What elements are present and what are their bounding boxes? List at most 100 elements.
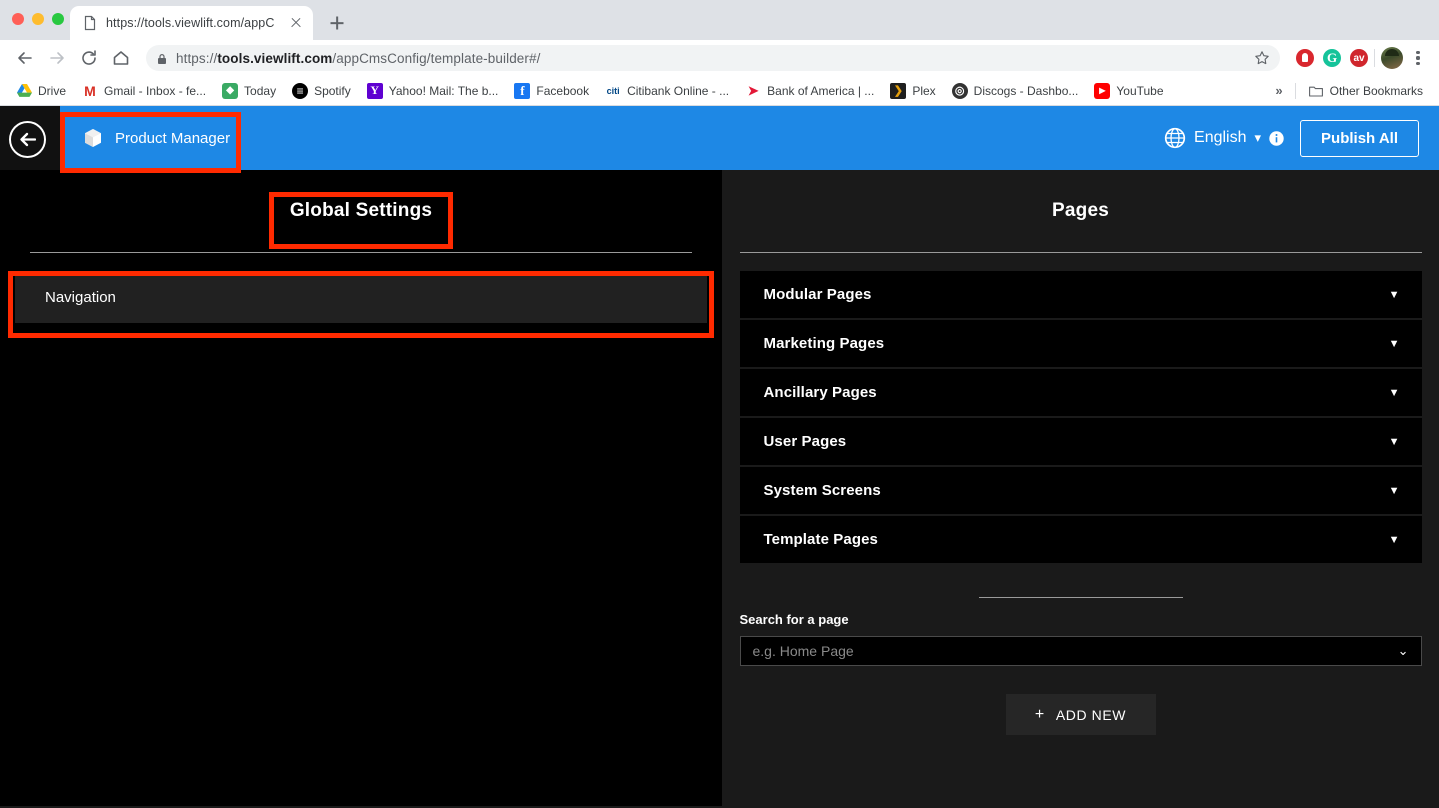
bookmark-gmail[interactable]: M Gmail - Inbox - fe... bbox=[74, 80, 214, 102]
arrow-right-icon[interactable] bbox=[42, 43, 72, 73]
discogs-icon: ◎ bbox=[951, 82, 968, 99]
sidebar-item-label: Navigation bbox=[45, 289, 116, 306]
close-icon[interactable] bbox=[287, 14, 305, 32]
bookmark-discogs[interactable]: ◎ Discogs - Dashbo... bbox=[944, 80, 1087, 102]
lock-icon bbox=[156, 52, 168, 64]
bookmark-label: Bank of America | ... bbox=[767, 83, 875, 98]
chevron-down-icon[interactable]: ▼ bbox=[1389, 485, 1400, 497]
page-title: Pages bbox=[1052, 200, 1109, 221]
address-bar[interactable]: https://tools.viewlift.com/appCmsConfig/… bbox=[146, 45, 1280, 71]
tab-title: https://tools.viewlift.com/appC bbox=[106, 16, 275, 30]
facebook-icon: f bbox=[514, 82, 531, 99]
bookmark-label: Today bbox=[244, 83, 277, 98]
search-placeholder: e.g. Home Page bbox=[752, 643, 854, 659]
plex-icon: ❯ bbox=[890, 82, 907, 99]
accordion-label: Template Pages bbox=[763, 531, 879, 548]
extension-icons: G av bbox=[1296, 49, 1368, 67]
accordion-label: User Pages bbox=[763, 433, 847, 450]
chevron-down-icon[interactable]: ▼ bbox=[1389, 338, 1400, 350]
product-manager-tab[interactable]: Product Manager bbox=[64, 106, 236, 170]
adblock-icon[interactable] bbox=[1296, 49, 1314, 67]
browser-tab[interactable]: https://tools.viewlift.com/appC bbox=[70, 6, 313, 40]
header-actions: English ▾ Publish All bbox=[1164, 106, 1419, 170]
pages-accordion: Modular Pages ▼ Marketing Pages ▼ Ancill… bbox=[739, 271, 1422, 563]
chevron-double-right-icon[interactable]: » bbox=[1267, 83, 1290, 98]
chevron-down-icon[interactable]: ▼ bbox=[1389, 534, 1400, 546]
page-icon bbox=[82, 15, 98, 31]
feedly-icon: ◆ bbox=[222, 82, 239, 99]
close-window-button[interactable] bbox=[12, 13, 24, 25]
bookmark-spotify[interactable]: ≡ Spotify bbox=[284, 80, 359, 102]
bookmark-yahoo[interactable]: Y Yahoo! Mail: The b... bbox=[359, 80, 507, 102]
spotify-icon: ≡ bbox=[292, 82, 309, 99]
accordion-modular-pages[interactable]: Modular Pages ▼ bbox=[739, 271, 1422, 318]
sidebar-item-navigation[interactable]: Navigation bbox=[15, 272, 707, 323]
accordion-ancillary-pages[interactable]: Ancillary Pages ▼ bbox=[739, 369, 1422, 416]
add-new-button[interactable]: + ADD NEW bbox=[1005, 694, 1156, 735]
avast-icon[interactable]: av bbox=[1350, 49, 1368, 67]
new-tab-button[interactable] bbox=[323, 9, 351, 37]
gmail-icon: M bbox=[84, 82, 96, 99]
browser-chrome: https://tools.viewlift.com/appC https://… bbox=[0, 0, 1439, 106]
reload-icon[interactable] bbox=[74, 43, 104, 73]
accordion-template-pages[interactable]: Template Pages ▼ bbox=[739, 516, 1422, 563]
bookmark-label: Gmail - Inbox - fe... bbox=[104, 83, 207, 98]
grammarly-icon[interactable]: G bbox=[1323, 49, 1341, 67]
bookmark-today[interactable]: ◆ Today bbox=[214, 80, 284, 102]
bookmarks-divider bbox=[1294, 82, 1296, 99]
bookmark-drive[interactable]: Drive bbox=[8, 80, 74, 102]
home-icon[interactable] bbox=[106, 43, 136, 73]
global-settings-panel: Global Settings Navigation bbox=[0, 170, 722, 806]
bookmark-label: Plex bbox=[912, 83, 936, 98]
avatar[interactable] bbox=[1381, 47, 1403, 69]
search-input[interactable]: e.g. Home Page ⌄ bbox=[739, 636, 1422, 666]
add-new-label: ADD NEW bbox=[1055, 706, 1127, 723]
accordion-marketing-pages[interactable]: Marketing Pages ▼ bbox=[739, 320, 1422, 367]
kebab-menu-icon[interactable] bbox=[1407, 47, 1429, 69]
accordion-label: Modular Pages bbox=[763, 286, 872, 303]
boa-icon: ➤ bbox=[747, 82, 759, 98]
bookmark-label: Discogs - Dashbo... bbox=[973, 83, 1079, 98]
bookmark-bank-of-america[interactable]: ➤ Bank of America | ... bbox=[737, 80, 882, 102]
bookmark-youtube[interactable]: ▶ YouTube bbox=[1086, 80, 1171, 102]
chevron-down-icon[interactable]: ▼ bbox=[1389, 289, 1400, 301]
accordion-label: System Screens bbox=[763, 482, 881, 499]
divider bbox=[739, 252, 1422, 253]
accordion-user-pages[interactable]: User Pages ▼ bbox=[739, 418, 1422, 465]
bookmark-facebook[interactable]: f Facebook bbox=[506, 80, 597, 102]
bookmark-label: Citibank Online - ... bbox=[627, 83, 730, 98]
chevron-down-icon[interactable]: ▾ bbox=[1255, 130, 1262, 146]
accordion-system-screens[interactable]: System Screens ▼ bbox=[739, 467, 1422, 514]
divider bbox=[978, 597, 1183, 598]
search-for-a-page-block: Search for a page e.g. Home Page ⌄ bbox=[739, 612, 1422, 666]
plus-icon: + bbox=[1034, 705, 1045, 723]
arrow-left-circle-icon[interactable] bbox=[9, 121, 46, 158]
chevron-down-icon[interactable]: ▼ bbox=[1389, 436, 1400, 448]
minimize-window-button[interactable] bbox=[32, 13, 44, 25]
publish-all-button[interactable]: Publish All bbox=[1300, 119, 1419, 157]
maximize-window-button[interactable] bbox=[52, 13, 64, 25]
bookmark-citibank[interactable]: citi Citibank Online - ... bbox=[597, 80, 737, 102]
url-text: https://tools.viewlift.com/appCmsConfig/… bbox=[176, 51, 540, 66]
window-controls[interactable] bbox=[12, 13, 64, 25]
info-icon[interactable] bbox=[1269, 130, 1284, 146]
tab-strip: https://tools.viewlift.com/appC bbox=[0, 0, 1439, 40]
divider bbox=[30, 252, 692, 253]
search-label: Search for a page bbox=[739, 612, 849, 627]
page-title: Global Settings bbox=[289, 200, 433, 221]
bookmark-label: YouTube bbox=[1116, 83, 1164, 98]
bookmark-plex[interactable]: ❯ Plex bbox=[882, 80, 943, 102]
toolbar-divider bbox=[1374, 49, 1375, 67]
bookmarks-overflow: » Other Bookmarks bbox=[1267, 80, 1431, 102]
star-icon[interactable] bbox=[1254, 50, 1270, 66]
pages-panel: Pages Modular Pages ▼ Marketing Pages ▼ … bbox=[722, 170, 1439, 806]
chevron-down-icon[interactable]: ⌄ bbox=[1398, 643, 1409, 659]
chevron-down-icon[interactable]: ▼ bbox=[1389, 387, 1400, 399]
accordion-label: Marketing Pages bbox=[763, 335, 885, 352]
url-host: tools.viewlift.com bbox=[217, 50, 333, 66]
bookmark-other-bookmarks[interactable]: Other Bookmarks bbox=[1300, 80, 1431, 102]
language-label: English bbox=[1194, 129, 1247, 146]
language-selector[interactable]: English ▾ bbox=[1164, 127, 1284, 149]
main-content: Global Settings Navigation Pages Modular… bbox=[0, 170, 1439, 806]
arrow-left-icon[interactable] bbox=[10, 43, 40, 73]
